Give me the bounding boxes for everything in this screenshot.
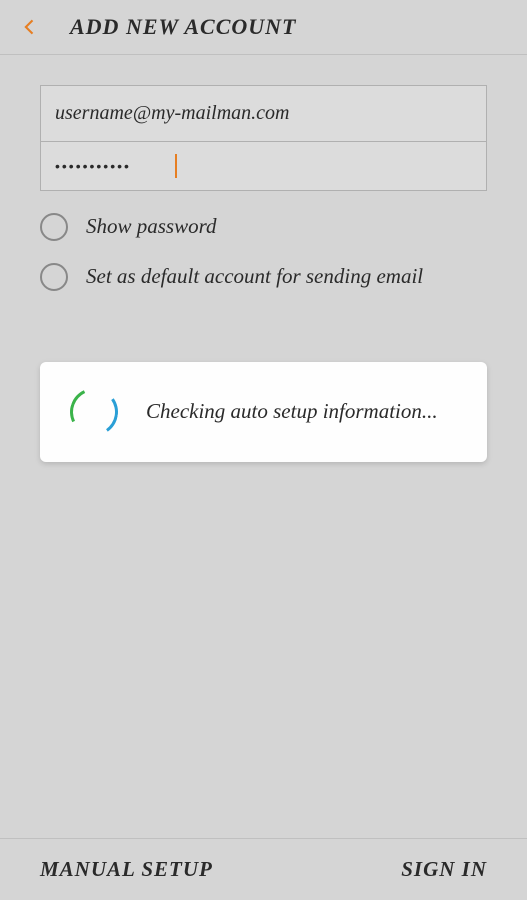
header-bar: ADD NEW ACCOUNT	[0, 0, 527, 55]
loading-dialog: Checking auto setup information...	[40, 362, 487, 462]
show-password-toggle[interactable]: Show password	[40, 211, 487, 243]
sign-in-button[interactable]: SIGN IN	[401, 857, 487, 882]
content-area: Show password Set as default account for…	[0, 55, 527, 492]
footer-bar: MANUAL SETUP SIGN IN	[0, 838, 527, 900]
default-account-toggle[interactable]: Set as default account for sending email	[40, 261, 487, 293]
password-wrapper	[41, 142, 486, 190]
email-field[interactable]	[41, 86, 486, 141]
text-caret	[175, 154, 177, 178]
loading-message: Checking auto setup information...	[146, 396, 438, 428]
default-account-label: Set as default account for sending email	[86, 261, 423, 293]
radio-icon	[40, 263, 68, 291]
credentials-input-group	[40, 85, 487, 191]
manual-setup-button[interactable]: MANUAL SETUP	[40, 857, 213, 882]
back-icon[interactable]	[20, 17, 40, 37]
show-password-label: Show password	[86, 211, 217, 243]
password-field[interactable]	[41, 142, 486, 190]
spinner-icon	[70, 388, 118, 436]
page-title: ADD NEW ACCOUNT	[70, 14, 296, 40]
radio-icon	[40, 213, 68, 241]
